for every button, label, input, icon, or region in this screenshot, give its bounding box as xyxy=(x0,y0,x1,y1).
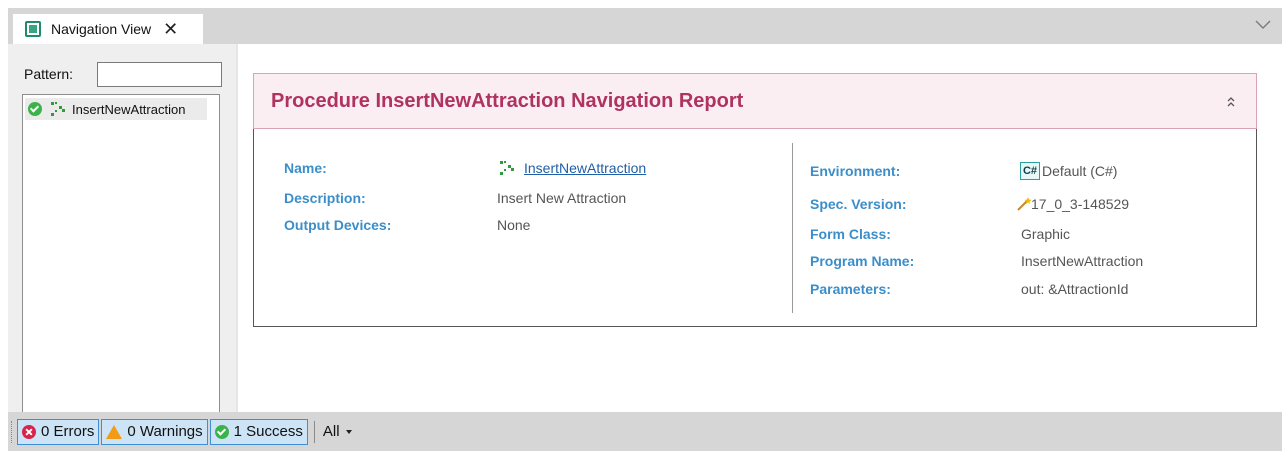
output-devices-label: Output Devices: xyxy=(284,217,392,233)
close-icon[interactable]: ✕ xyxy=(163,20,178,38)
procedure-icon xyxy=(51,102,65,116)
error-icon xyxy=(22,424,36,439)
separator xyxy=(313,420,315,443)
name-label: Name: xyxy=(284,160,327,176)
chevron-down-icon[interactable] xyxy=(1254,16,1272,34)
warnings-count: 0 Warnings xyxy=(127,423,203,440)
warning-icon xyxy=(106,424,123,439)
pattern-input[interactable] xyxy=(97,62,222,87)
description-label: Description: xyxy=(284,190,366,206)
spec-version-label: Spec. Version: xyxy=(810,196,907,212)
navigation-view-icon xyxy=(25,21,41,37)
procedure-icon xyxy=(500,161,514,175)
form-class-value: Graphic xyxy=(1021,226,1071,242)
errors-filter-button[interactable]: 0 Errors xyxy=(17,418,100,445)
name-link[interactable]: InsertNewAttraction xyxy=(524,160,646,176)
object-tree: InsertNewAttraction xyxy=(22,94,220,448)
environment-label: Environment: xyxy=(810,163,901,179)
report-details: Name: InsertNewAttraction Description: I… xyxy=(253,129,1257,327)
toolbar-grip[interactable] xyxy=(11,420,15,443)
report-title: Procedure InsertNewAttraction Navigation… xyxy=(271,89,744,112)
column-divider xyxy=(792,143,793,313)
success-icon xyxy=(214,424,229,439)
filter-label: All xyxy=(322,423,340,440)
success-filter-button[interactable]: 1 Success xyxy=(209,418,308,445)
report-header: Procedure InsertNewAttraction Navigation… xyxy=(253,73,1257,129)
report-area: Procedure InsertNewAttraction Navigation… xyxy=(238,44,1282,412)
form-class-label: Form Class: xyxy=(810,226,891,242)
success-check-icon xyxy=(28,102,42,116)
tree-item-insertnewattraction[interactable]: InsertNewAttraction xyxy=(25,98,207,120)
tab-strip: Navigation View ✕ xyxy=(8,8,1282,44)
program-name-value: InsertNewAttraction xyxy=(1021,253,1144,269)
tab-label: Navigation View xyxy=(51,21,152,37)
collapse-icon[interactable] xyxy=(1226,96,1236,108)
parameters-label: Parameters: xyxy=(810,281,891,297)
program-name-label: Program Name: xyxy=(810,253,915,269)
filter-dropdown[interactable]: All xyxy=(323,423,352,440)
navigation-list-pane: Pattern: InsertNewAttraction xyxy=(8,44,236,448)
description-value: Insert New Attraction xyxy=(497,190,627,206)
parameters-value: out: &AttractionId xyxy=(1021,281,1129,297)
spec-version-value: 17_0_3-148529 xyxy=(1031,196,1130,212)
caret-down-icon xyxy=(345,429,352,434)
pattern-label: Pattern: xyxy=(24,66,74,82)
tab-navigation-view[interactable]: Navigation View ✕ xyxy=(13,14,203,44)
errors-count: 0 Errors xyxy=(41,423,95,440)
tree-item-label: InsertNewAttraction xyxy=(72,101,186,117)
warnings-filter-button[interactable]: 0 Warnings xyxy=(101,418,208,445)
status-bar: 0 Errors 0 Warnings 1 Success All xyxy=(8,412,1282,451)
success-count: 1 Success xyxy=(233,423,303,440)
magic-wand-icon xyxy=(1017,197,1032,211)
csharp-icon: C# xyxy=(1020,162,1040,180)
output-devices-value: None xyxy=(497,217,531,233)
environment-value: Default (C#) xyxy=(1042,163,1118,179)
